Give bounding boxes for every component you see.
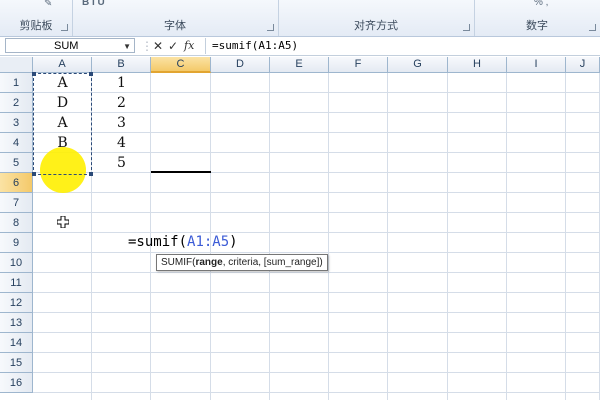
edit-prefix: =sumif( — [128, 234, 188, 250]
number-group: % , 数字 — [474, 0, 600, 36]
row-header-16[interactable]: 16 — [0, 373, 33, 393]
worksheet-grid[interactable]: A B C D E F G H I J 1 2 3 4 5 6 7 8 9 10 11 12 13 14 15 16 A D A B 1 2 3… — [0, 57, 600, 400]
alignment-launcher-icon[interactable] — [463, 24, 470, 31]
row-gridline — [33, 232, 600, 233]
formula-bar: SUM ▼ ⋮ ✕ ✓ fx =sumif(A1:A5) — [0, 37, 600, 56]
range-selection-marquee — [32, 72, 93, 176]
cell-b4[interactable]: 4 — [92, 133, 151, 153]
row-header-10[interactable]: 10 — [0, 253, 33, 273]
column-gridline — [565, 73, 566, 400]
row-header-8[interactable]: 8 — [0, 213, 33, 233]
row-header-4[interactable]: 4 — [0, 133, 33, 153]
row-header-11[interactable]: 11 — [0, 273, 33, 293]
clipboard-group: ✎ 剪贴板 — [0, 0, 73, 36]
alignment-group-title: 对齐方式 — [354, 20, 398, 32]
selection-handle[interactable] — [32, 172, 36, 176]
drag-handle-icon[interactable]: ⋮ — [141, 37, 153, 55]
row-gridline — [33, 252, 600, 253]
cell-b3[interactable]: 3 — [92, 113, 151, 133]
plus-cursor-icon — [56, 215, 70, 229]
font-style-buttons[interactable]: B I U — [82, 0, 105, 8]
cell-b5[interactable]: 5 — [92, 153, 151, 173]
active-cell-border — [151, 171, 211, 173]
edit-ref: A1:A5 — [187, 234, 230, 250]
cell-b1[interactable]: 1 — [92, 73, 151, 93]
number-launcher-icon[interactable] — [589, 24, 596, 31]
column-header-i[interactable]: I — [507, 57, 566, 73]
column-header-h[interactable]: H — [448, 57, 507, 73]
row-header-14[interactable]: 14 — [0, 333, 33, 353]
row-gridline — [33, 312, 600, 313]
column-header-e[interactable]: E — [270, 57, 329, 73]
row-header-5[interactable]: 5 — [0, 153, 33, 173]
row-header-7[interactable]: 7 — [0, 193, 33, 213]
row-header-9[interactable]: 9 — [0, 233, 33, 253]
ribbon: ✎ 剪贴板 B I U 字体 对齐方式 % , 数字 — [0, 0, 600, 37]
row-header-3[interactable]: 3 — [0, 113, 33, 133]
row-header-2[interactable]: 2 — [0, 93, 33, 113]
selection-handle[interactable] — [89, 72, 93, 76]
tooltip-func: SUMIF( — [161, 257, 196, 268]
column-header-d[interactable]: D — [211, 57, 270, 73]
column-gridline — [269, 73, 270, 400]
column-gridline — [387, 73, 388, 400]
cell-c6-editor[interactable]: =sumif(A1:A5) — [128, 234, 238, 250]
column-gridline — [328, 73, 329, 400]
number-group-title: 数字 — [526, 20, 548, 32]
row-gridline — [33, 332, 600, 333]
row-header-12[interactable]: 12 — [0, 293, 33, 313]
column-header-f[interactable]: F — [329, 57, 388, 73]
column-header-j[interactable]: J — [566, 57, 600, 73]
row-header-13[interactable]: 13 — [0, 313, 33, 333]
tooltip-rest: , criteria, [sum_range]) — [222, 257, 323, 268]
name-box[interactable]: SUM ▼ — [5, 38, 135, 53]
font-group-title: 字体 — [164, 20, 186, 32]
tooltip-arg1: range — [195, 257, 223, 268]
row-gridline — [33, 192, 600, 193]
row-header-1[interactable]: 1 — [0, 73, 33, 93]
row-header-15[interactable]: 15 — [0, 353, 33, 373]
selection-handle[interactable] — [89, 172, 93, 176]
column-gridline — [447, 73, 448, 400]
font-group: B I U 字体 — [72, 0, 279, 36]
cell-b2[interactable]: 2 — [92, 93, 151, 113]
row-gridline — [33, 392, 600, 393]
select-all-corner[interactable] — [0, 57, 33, 73]
row-gridline — [33, 372, 600, 373]
edit-suffix: ) — [229, 234, 238, 250]
name-box-value: SUM — [54, 40, 79, 52]
row-gridline — [33, 272, 600, 273]
font-launcher-icon[interactable] — [267, 24, 274, 31]
row-header-6[interactable]: 6 — [0, 173, 33, 193]
column-gridline — [506, 73, 507, 400]
row-gridline — [33, 352, 600, 353]
column-header-b[interactable]: B — [92, 57, 151, 73]
formula-buttons: ⋮ ✕ ✓ fx — [141, 37, 203, 55]
selection-handle[interactable] — [32, 72, 36, 76]
column-header-g[interactable]: G — [388, 57, 448, 73]
row-gridline — [33, 292, 600, 293]
chevron-down-icon[interactable]: ▼ — [123, 39, 131, 54]
cancel-icon[interactable]: ✕ — [153, 37, 163, 55]
function-tooltip[interactable]: SUMIF(range, criteria, [sum_range]) — [156, 254, 328, 271]
alignment-group: 对齐方式 — [278, 0, 475, 36]
column-header-c[interactable]: C — [151, 57, 211, 73]
enter-icon[interactable]: ✓ — [168, 37, 178, 55]
number-format-buttons[interactable]: % , — [534, 0, 548, 8]
column-header-a[interactable]: A — [33, 57, 92, 73]
formula-input[interactable]: =sumif(A1:A5) — [205, 38, 600, 54]
clipboard-launcher-icon[interactable] — [61, 24, 68, 31]
paste-icon[interactable]: ✎ — [44, 0, 52, 9]
row-gridline — [33, 212, 600, 213]
insert-function-icon[interactable]: fx — [184, 37, 194, 55]
